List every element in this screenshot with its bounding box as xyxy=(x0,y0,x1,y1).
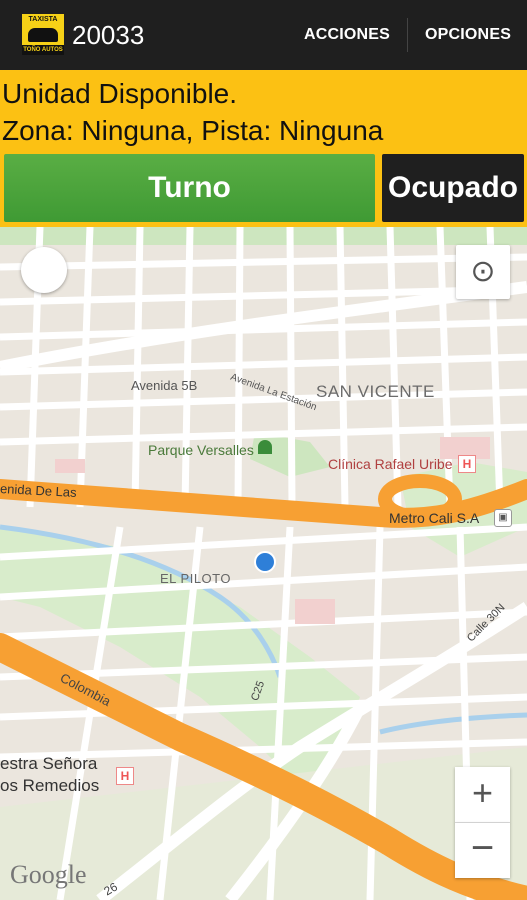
map-canvas xyxy=(0,227,527,900)
label-senora-1: estra Señora xyxy=(0,754,98,773)
car-icon xyxy=(28,28,58,42)
label-avenida-5b: Avenida 5B xyxy=(131,378,198,393)
building xyxy=(295,599,335,624)
compass-needle xyxy=(34,260,54,280)
label-el-piloto: EL PILOTO xyxy=(160,571,231,586)
label-san-vicente: SAN VICENTE xyxy=(316,382,435,401)
hospital-icon: H xyxy=(458,455,476,473)
acciones-menu[interactable]: ACCIONES xyxy=(304,26,390,44)
hospital-icon: H xyxy=(116,767,134,785)
compass-icon[interactable] xyxy=(21,247,67,293)
zoom-out-button[interactable]: − xyxy=(455,823,510,878)
label-parque-versalles: Parque Versalles xyxy=(148,442,254,458)
turno-button[interactable]: Turno xyxy=(4,154,375,222)
taxista-logo: TAXISTA TOÑO AUTOS xyxy=(22,14,64,55)
menu-divider xyxy=(407,18,408,52)
bus-icon: ▣ xyxy=(494,509,512,527)
map-view[interactable]: Avenida 5B Avenida La Estación SAN VICEN… xyxy=(0,227,527,900)
zoom-in-button[interactable]: + xyxy=(455,767,510,823)
opciones-menu[interactable]: OPCIONES xyxy=(425,26,511,44)
status-zone: Zona: Ninguna, Pista: Ninguna xyxy=(2,115,384,146)
status-panel: Unidad Disponible. Zona: Ninguna, Pista:… xyxy=(0,70,527,148)
park-area xyxy=(0,227,527,245)
current-location-dot xyxy=(254,551,276,573)
river xyxy=(379,712,527,735)
label-clinica: Clínica Rafael Uribe xyxy=(328,456,453,472)
status-unit: Unidad Disponible. xyxy=(2,78,238,109)
tree-icon xyxy=(258,440,272,454)
building xyxy=(55,459,85,473)
logo-bottom-text: TOÑO AUTOS xyxy=(22,45,64,55)
label-metro-cali: Metro Cali S.A xyxy=(389,510,480,526)
unit-number-title: 20033 xyxy=(72,20,145,50)
app-bar: TAXISTA TOÑO AUTOS 20033 ACCIONES OPCION… xyxy=(0,0,527,70)
ocupado-button[interactable]: Ocupado xyxy=(382,154,524,222)
google-attribution: Google xyxy=(10,860,87,889)
logo-top-text: TAXISTA xyxy=(22,14,64,26)
action-buttons: Turno Ocupado xyxy=(0,148,527,227)
my-location-icon[interactable]: ⊙ xyxy=(456,245,510,299)
label-senora-2: os Remedios xyxy=(0,776,100,795)
